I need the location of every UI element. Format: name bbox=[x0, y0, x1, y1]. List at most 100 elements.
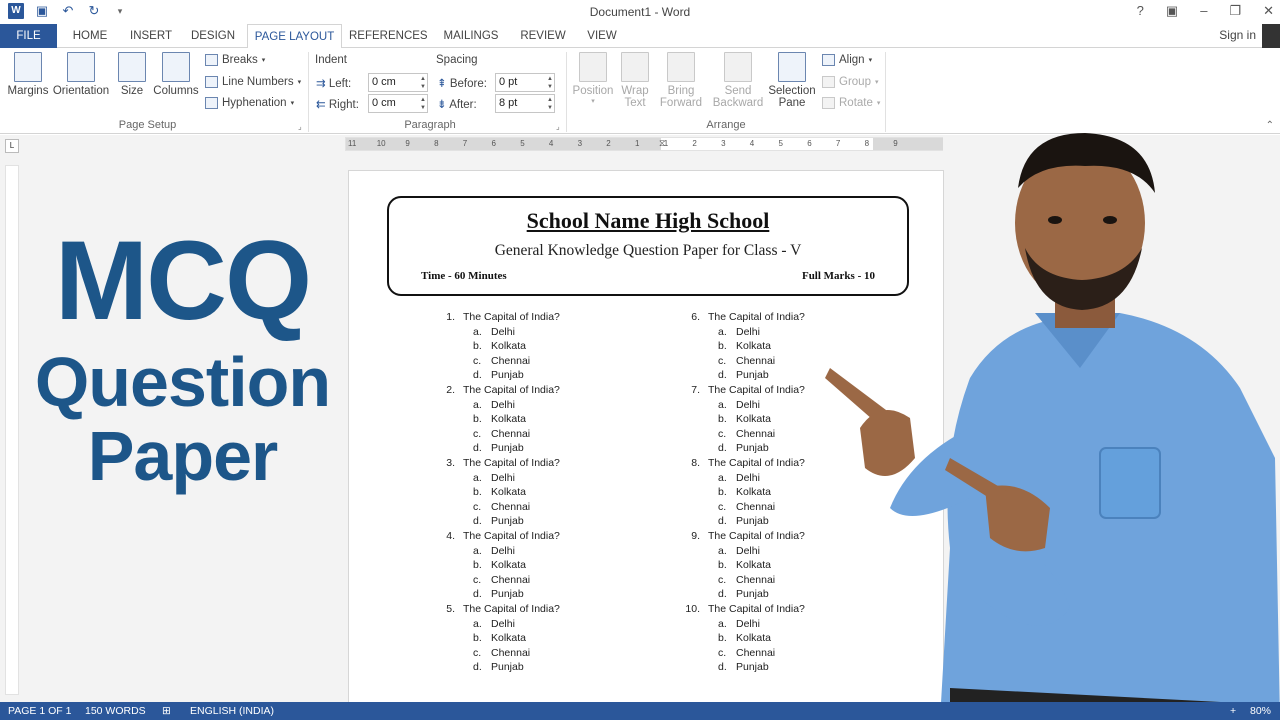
restore-icon[interactable]: ❐ bbox=[1229, 3, 1241, 19]
zoom-level[interactable]: 80% bbox=[1250, 705, 1271, 717]
help-icon[interactable]: ? bbox=[1137, 3, 1144, 19]
position-button[interactable]: Position ▾ bbox=[572, 52, 614, 105]
margins-icon bbox=[14, 52, 42, 82]
option-text: Chennai bbox=[736, 354, 776, 367]
ruler-mark: 9 bbox=[405, 139, 410, 148]
group-separator bbox=[885, 52, 886, 132]
question-line: 2. The Capital of India? bbox=[437, 383, 677, 398]
orientation-label: Orientation bbox=[52, 85, 110, 97]
answer-option: a. Delhi bbox=[437, 471, 677, 486]
left-pointing-finger bbox=[825, 368, 890, 426]
answer-option: c. Chennai bbox=[437, 354, 677, 369]
option-letter: c. bbox=[718, 646, 727, 659]
spinner-icon[interactable]: ▲ ▼ bbox=[547, 75, 553, 91]
thumbnail-banner: MCQ Question Paper bbox=[20, 218, 345, 494]
minimize-icon[interactable]: – bbox=[1200, 3, 1207, 19]
align-button[interactable]: Align ▾ bbox=[822, 54, 872, 66]
orientation-button[interactable]: Orientation bbox=[52, 52, 110, 97]
indent-left-value: 0 cm bbox=[372, 76, 396, 88]
group-button[interactable]: Group ▾ bbox=[822, 76, 878, 88]
sign-in-link[interactable]: Sign in bbox=[1219, 28, 1256, 42]
question-number: 6. bbox=[691, 311, 700, 323]
option-letter: d. bbox=[473, 442, 482, 455]
zoom-in-button[interactable]: + bbox=[1230, 705, 1236, 717]
hyphenation-button[interactable]: Hyphenation ▾ bbox=[205, 97, 294, 109]
question-number: 10. bbox=[685, 603, 700, 615]
account-avatar[interactable] bbox=[1262, 24, 1280, 48]
option-text: Chennai bbox=[736, 646, 776, 659]
answer-option: d. Punjab bbox=[437, 368, 677, 383]
question-item: 3. The Capital of India? a. Delhi b. Kolkata c… bbox=[437, 456, 677, 529]
tab-mailings[interactable]: MAILINGS bbox=[438, 24, 504, 48]
wrap-text-button[interactable]: Wrap Text bbox=[619, 52, 651, 109]
indent-right-input[interactable]: 0 cm ▲ ▼ bbox=[368, 94, 428, 113]
spacing-before-label: ⇞ Before: bbox=[437, 76, 487, 90]
dialog-launcher-icon[interactable]: ⌟ bbox=[298, 122, 302, 131]
line-numbers-label: Line Numbers bbox=[222, 76, 294, 88]
rotate-button[interactable]: Rotate ▾ bbox=[822, 97, 880, 109]
breaks-button[interactable]: Breaks ▾ bbox=[205, 54, 265, 66]
option-letter: d. bbox=[718, 515, 727, 528]
dialog-launcher-icon[interactable]: ⌟ bbox=[556, 122, 560, 131]
tab-view[interactable]: VIEW bbox=[580, 24, 624, 48]
presenter-photo bbox=[825, 133, 1280, 720]
hyphenation-icon bbox=[205, 97, 218, 109]
banner-line-1: MCQ bbox=[54, 218, 312, 343]
position-icon bbox=[579, 52, 607, 82]
arrange-group-label: Arrange bbox=[706, 119, 746, 131]
selection-pane-button[interactable]: Selection Pane bbox=[768, 52, 816, 109]
tab-selector[interactable]: L bbox=[5, 139, 19, 153]
tab-insert[interactable]: INSERT bbox=[124, 24, 178, 48]
question-text: The Capital of India? bbox=[708, 457, 805, 469]
option-text: Chennai bbox=[736, 573, 776, 586]
rotate-icon bbox=[822, 97, 835, 109]
line-numbers-button[interactable]: Line Numbers ▾ bbox=[205, 76, 301, 88]
option-text: Delhi bbox=[736, 398, 760, 411]
window-title: Document1 - Word bbox=[589, 5, 691, 19]
bring-forward-button[interactable]: Bring Forward bbox=[656, 52, 706, 109]
option-text: Punjab bbox=[736, 369, 769, 382]
size-button[interactable]: Size bbox=[116, 52, 148, 97]
ribbon-display-icon[interactable]: ▣ bbox=[1166, 3, 1178, 19]
close-icon[interactable]: ✕ bbox=[1263, 3, 1274, 19]
wrap-text-label: Wrap bbox=[621, 85, 649, 97]
tab-file[interactable]: FILE bbox=[0, 24, 57, 48]
option-letter: c. bbox=[718, 354, 727, 367]
send-backward-label-2: Backward bbox=[712, 97, 764, 109]
selection-pane-icon bbox=[778, 52, 806, 82]
option-letter: d. bbox=[718, 442, 727, 455]
tab-references[interactable]: REFERENCES bbox=[349, 24, 428, 48]
answer-option: a. Delhi bbox=[437, 617, 677, 632]
tab-design[interactable]: DESIGN bbox=[186, 24, 240, 48]
spacing-after-input[interactable]: 8 pt ▲ ▼ bbox=[495, 94, 555, 113]
proofing-icon[interactable]: ⊞ bbox=[162, 705, 171, 717]
left-hand bbox=[860, 410, 915, 476]
language-indicator[interactable]: ENGLISH (INDIA) bbox=[190, 705, 274, 717]
margins-button[interactable]: Margins bbox=[6, 52, 50, 97]
ruler-mark: 6 bbox=[491, 139, 496, 148]
breaks-label: Breaks bbox=[222, 54, 258, 66]
option-letter: c. bbox=[718, 573, 727, 586]
tab-review[interactable]: REVIEW bbox=[516, 24, 570, 48]
ruler-mark: 8 bbox=[434, 139, 439, 148]
word-count[interactable]: 150 WORDS bbox=[85, 705, 146, 717]
spacing-before-input[interactable]: 0 pt ▲ ▼ bbox=[495, 73, 555, 92]
tab-page-layout[interactable]: PAGE LAYOUT bbox=[247, 24, 342, 49]
spinner-icon[interactable]: ▲ ▼ bbox=[420, 96, 426, 112]
paragraph-group-label: Paragraph bbox=[404, 119, 456, 131]
page-count[interactable]: PAGE 1 OF 1 bbox=[8, 705, 71, 717]
indent-left-text: Left: bbox=[328, 78, 352, 90]
tab-home[interactable]: HOME bbox=[62, 24, 118, 48]
align-icon bbox=[822, 54, 835, 66]
indent-marker-icon[interactable]: ⧖ bbox=[659, 138, 665, 149]
columns-button[interactable]: Columns bbox=[152, 52, 200, 97]
indent-left-label: ⇉ Left: bbox=[316, 76, 351, 90]
indent-left-input[interactable]: 0 cm ▲ ▼ bbox=[368, 73, 428, 92]
vertical-ruler[interactable] bbox=[5, 165, 19, 695]
ruler-mark: 2 bbox=[692, 139, 697, 148]
option-text: Kolkata bbox=[736, 486, 772, 499]
spinner-icon[interactable]: ▲ ▼ bbox=[420, 75, 426, 91]
spinner-icon[interactable]: ▲ ▼ bbox=[547, 96, 553, 112]
question-text: The Capital of India? bbox=[708, 384, 805, 396]
send-backward-button[interactable]: Send Backward bbox=[710, 52, 766, 109]
